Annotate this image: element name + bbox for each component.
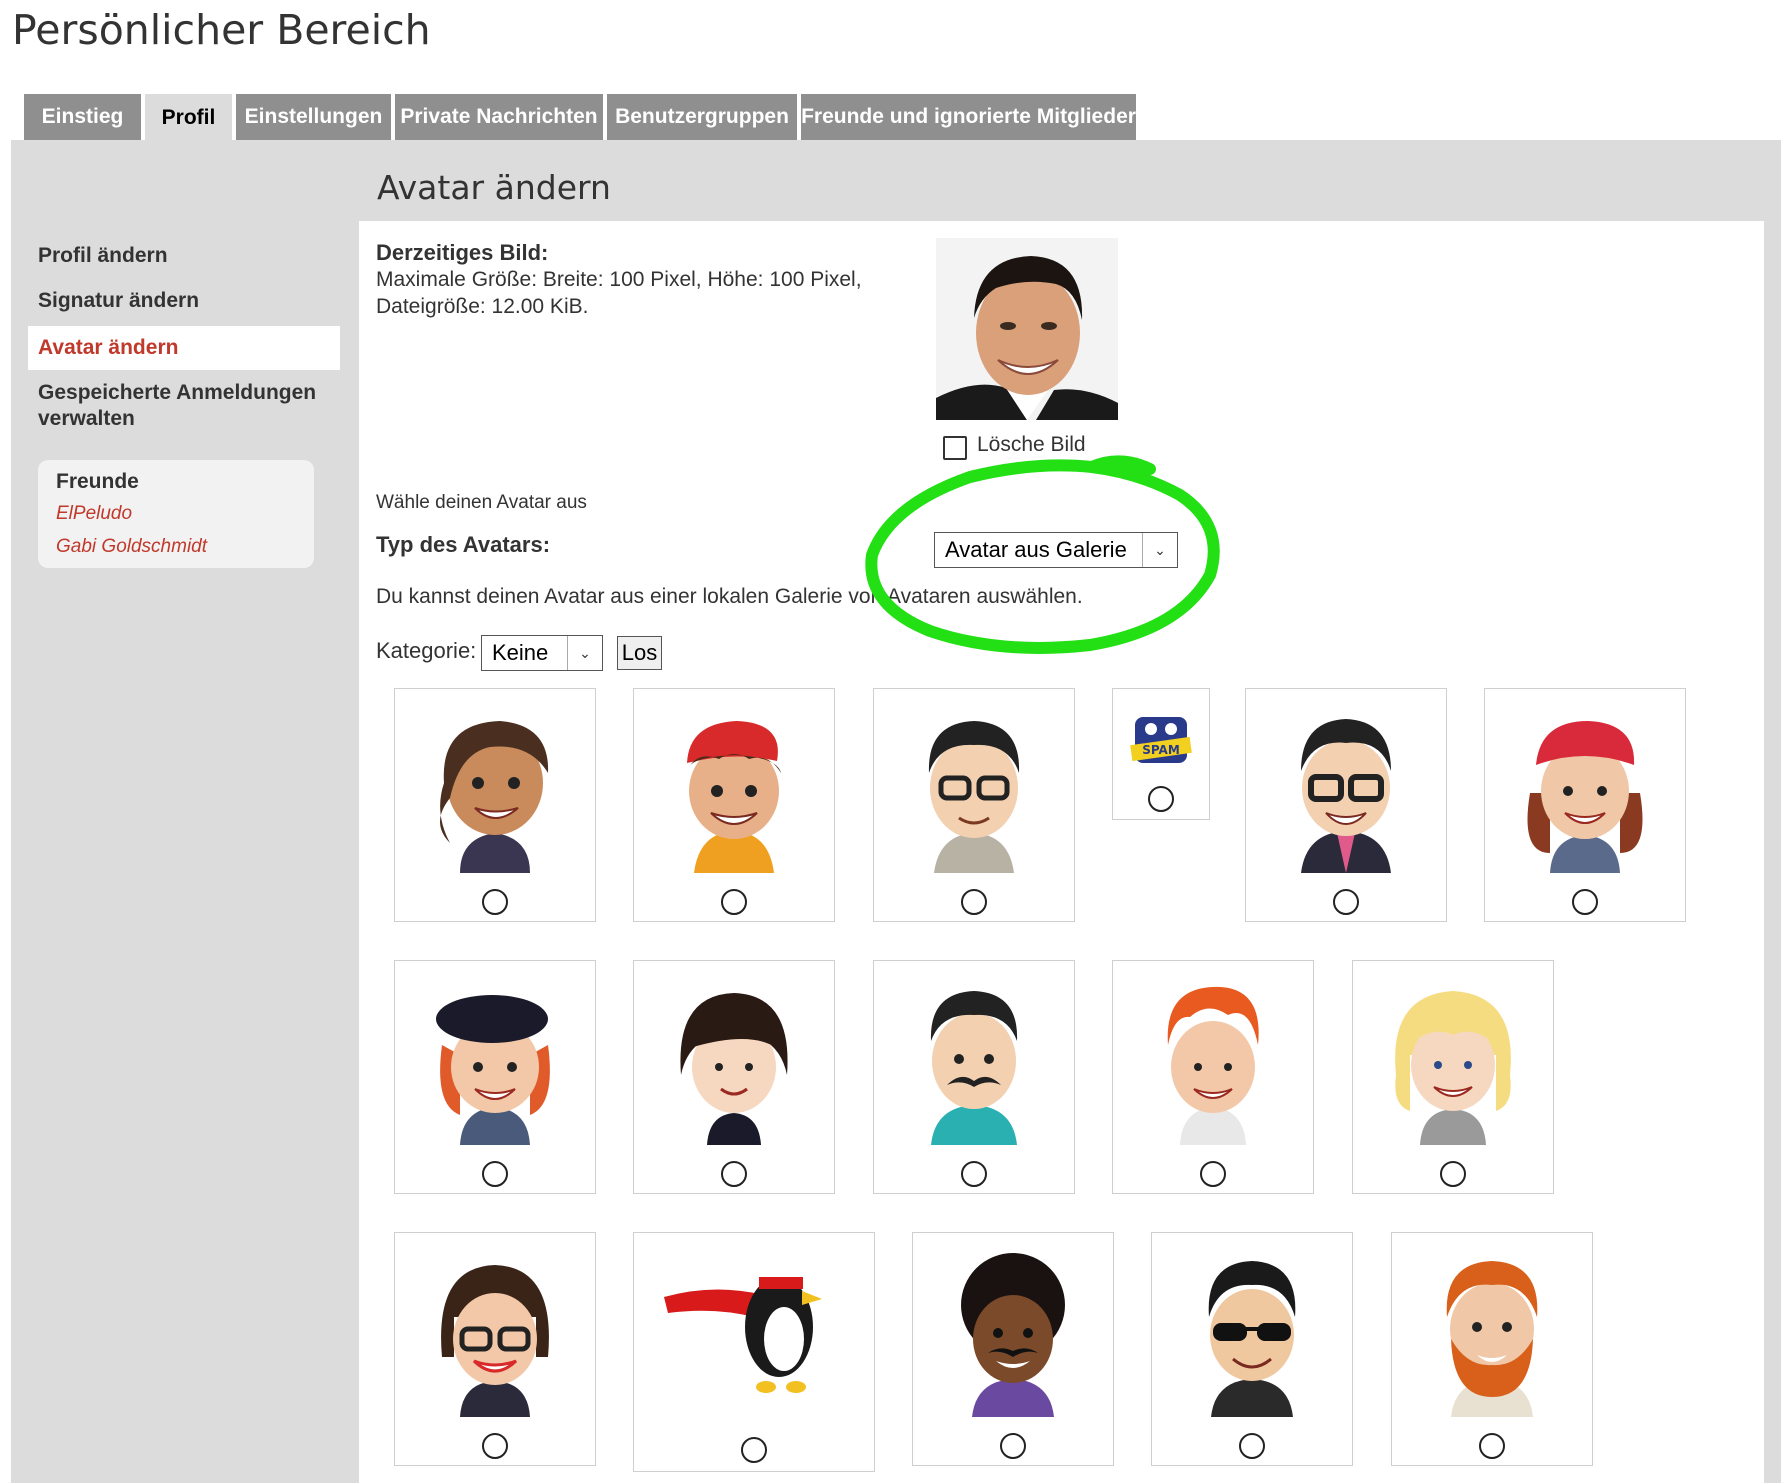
avatar-radio[interactable] bbox=[482, 889, 508, 915]
file-size-info: Dateigröße: 12.00 KiB. bbox=[376, 295, 589, 318]
avatar-radio[interactable] bbox=[741, 1437, 767, 1463]
avatar-tile-boy-red-beret[interactable] bbox=[633, 688, 835, 922]
avatar-tile-man-mustache[interactable] bbox=[873, 960, 1075, 1194]
tab-einstieg[interactable]: Einstieg bbox=[24, 94, 141, 140]
go-button[interactable]: Los bbox=[617, 636, 662, 670]
avatar-man-glasses-suit-icon bbox=[1301, 719, 1391, 873]
avatar-tile-spam-mascot[interactable]: SPAM bbox=[1112, 688, 1210, 820]
max-size-info: Maximale Größe: Breite: 100 Pixel, Höhe:… bbox=[376, 268, 862, 291]
friends-box: Freunde ElPeludo Gabi Goldschmidt bbox=[38, 460, 314, 568]
avatar-radio[interactable] bbox=[1440, 1161, 1466, 1187]
avatar-blonde-woman-icon bbox=[1395, 991, 1511, 1145]
avatar-penguin-superhero-icon bbox=[664, 1277, 822, 1393]
avatar-radio[interactable] bbox=[721, 1161, 747, 1187]
delete-image-checkbox[interactable] bbox=[943, 436, 967, 460]
avatar-type-label: Typ des Avatars: bbox=[376, 532, 551, 557]
page-title: Persönlicher Bereich bbox=[12, 6, 431, 54]
tab-einstellungen[interactable]: Einstellungen bbox=[236, 94, 391, 140]
avatar-tile-girl-brown-hair[interactable] bbox=[394, 688, 596, 922]
avatar-woman-bob-hair-icon bbox=[680, 993, 788, 1145]
avatar-spam-mascot-icon: SPAM bbox=[1130, 717, 1192, 763]
avatar-tile-girl-black-beret[interactable] bbox=[394, 960, 596, 1194]
chevron-down-icon: ⌄ bbox=[567, 636, 602, 670]
current-avatar-image bbox=[936, 238, 1118, 420]
sidebar-item-anmeldungen-verwalten[interactable]: Gespeicherte Anmeldungen verwalten bbox=[28, 380, 340, 432]
avatar-type-select[interactable]: Avatar aus Galerie ⌄ bbox=[934, 532, 1178, 568]
avatar-man-mustache-icon bbox=[930, 991, 1018, 1145]
avatar-radio[interactable] bbox=[1000, 1433, 1026, 1459]
avatar-radio[interactable] bbox=[1333, 889, 1359, 915]
section-title: Avatar ändern bbox=[377, 168, 611, 207]
avatar-man-sunglasses-icon bbox=[1208, 1261, 1296, 1417]
sidebar-item-profil-aendern[interactable]: Profil ändern bbox=[28, 244, 340, 268]
avatar-tile-woman-red-bandana[interactable] bbox=[1484, 688, 1686, 922]
avatar-tile-man-glasses-suit[interactable] bbox=[1245, 688, 1447, 922]
avatar-boy-red-beret-icon bbox=[687, 721, 781, 873]
friend-link[interactable]: Gabi Goldschmidt bbox=[56, 536, 207, 558]
avatar-radio[interactable] bbox=[721, 889, 747, 915]
avatar-radio[interactable] bbox=[961, 1161, 987, 1187]
avatar-radio[interactable] bbox=[1479, 1433, 1505, 1459]
category-select[interactable]: Keine ⌄ bbox=[481, 635, 603, 671]
avatar-girl-brown-hair-icon bbox=[440, 721, 549, 873]
sidebar-item-signatur-aendern[interactable]: Signatur ändern bbox=[28, 289, 340, 313]
avatar-tile-man-afro[interactable] bbox=[912, 1232, 1114, 1466]
avatar-girl-black-beret-icon bbox=[436, 995, 550, 1145]
avatar-radio[interactable] bbox=[482, 1161, 508, 1187]
tab-profil[interactable]: Profil bbox=[145, 94, 232, 142]
avatar-tile-redhead-boy[interactable] bbox=[1112, 960, 1314, 1194]
delete-image-label: Lösche Bild bbox=[977, 433, 1086, 456]
avatar-tile-man-red-beard[interactable] bbox=[1391, 1232, 1593, 1466]
avatar-radio[interactable] bbox=[961, 889, 987, 915]
tab-benutzergruppen[interactable]: Benutzergruppen bbox=[607, 94, 797, 140]
avatar-tile-penguin-superhero[interactable] bbox=[633, 1232, 875, 1472]
avatar-redhead-boy-icon bbox=[1167, 986, 1259, 1145]
avatar-tile-blonde-woman[interactable] bbox=[1352, 960, 1554, 1194]
gallery-hint: Du kannst deinen Avatar aus einer lokale… bbox=[376, 585, 1083, 608]
avatar-man-red-beard-icon bbox=[1446, 1261, 1538, 1417]
avatar-tile-man-glasses[interactable] bbox=[873, 688, 1075, 922]
chevron-down-icon: ⌄ bbox=[1142, 533, 1177, 567]
avatar-tile-woman-bob-hair[interactable] bbox=[633, 960, 835, 1194]
friends-title: Freunde bbox=[56, 470, 139, 493]
avatar-radio[interactable] bbox=[1572, 889, 1598, 915]
avatar-man-glasses-icon bbox=[928, 721, 1020, 873]
sidebar-item-avatar-aendern[interactable]: Avatar ändern bbox=[28, 326, 340, 370]
avatar-radio[interactable] bbox=[1239, 1433, 1265, 1459]
avatar-tile-woman-glasses[interactable] bbox=[394, 1232, 596, 1466]
avatar-tile-man-sunglasses[interactable] bbox=[1151, 1232, 1353, 1466]
avatar-woman-red-bandana-icon bbox=[1527, 721, 1643, 873]
choose-avatar-label: Wähle deinen Avatar aus bbox=[376, 492, 587, 513]
svg-text:SPAM: SPAM bbox=[1142, 743, 1180, 757]
avatar-radio[interactable] bbox=[1148, 786, 1174, 812]
avatar-radio[interactable] bbox=[482, 1433, 508, 1459]
category-value: Keine bbox=[492, 640, 549, 665]
avatar-radio[interactable] bbox=[1200, 1161, 1226, 1187]
friend-link[interactable]: ElPeludo bbox=[56, 503, 132, 525]
tab-freunde-ignorierte[interactable]: Freunde und ignorierte Mitglieder bbox=[801, 94, 1136, 140]
avatar-woman-glasses-icon bbox=[441, 1265, 549, 1417]
tab-private-nachrichten[interactable]: Private Nachrichten bbox=[395, 94, 603, 140]
current-image-label: Derzeitiges Bild: bbox=[376, 240, 549, 265]
avatar-man-afro-icon bbox=[961, 1253, 1065, 1417]
category-label: Kategorie: bbox=[376, 638, 477, 663]
avatar-type-value: Avatar aus Galerie bbox=[945, 537, 1127, 562]
